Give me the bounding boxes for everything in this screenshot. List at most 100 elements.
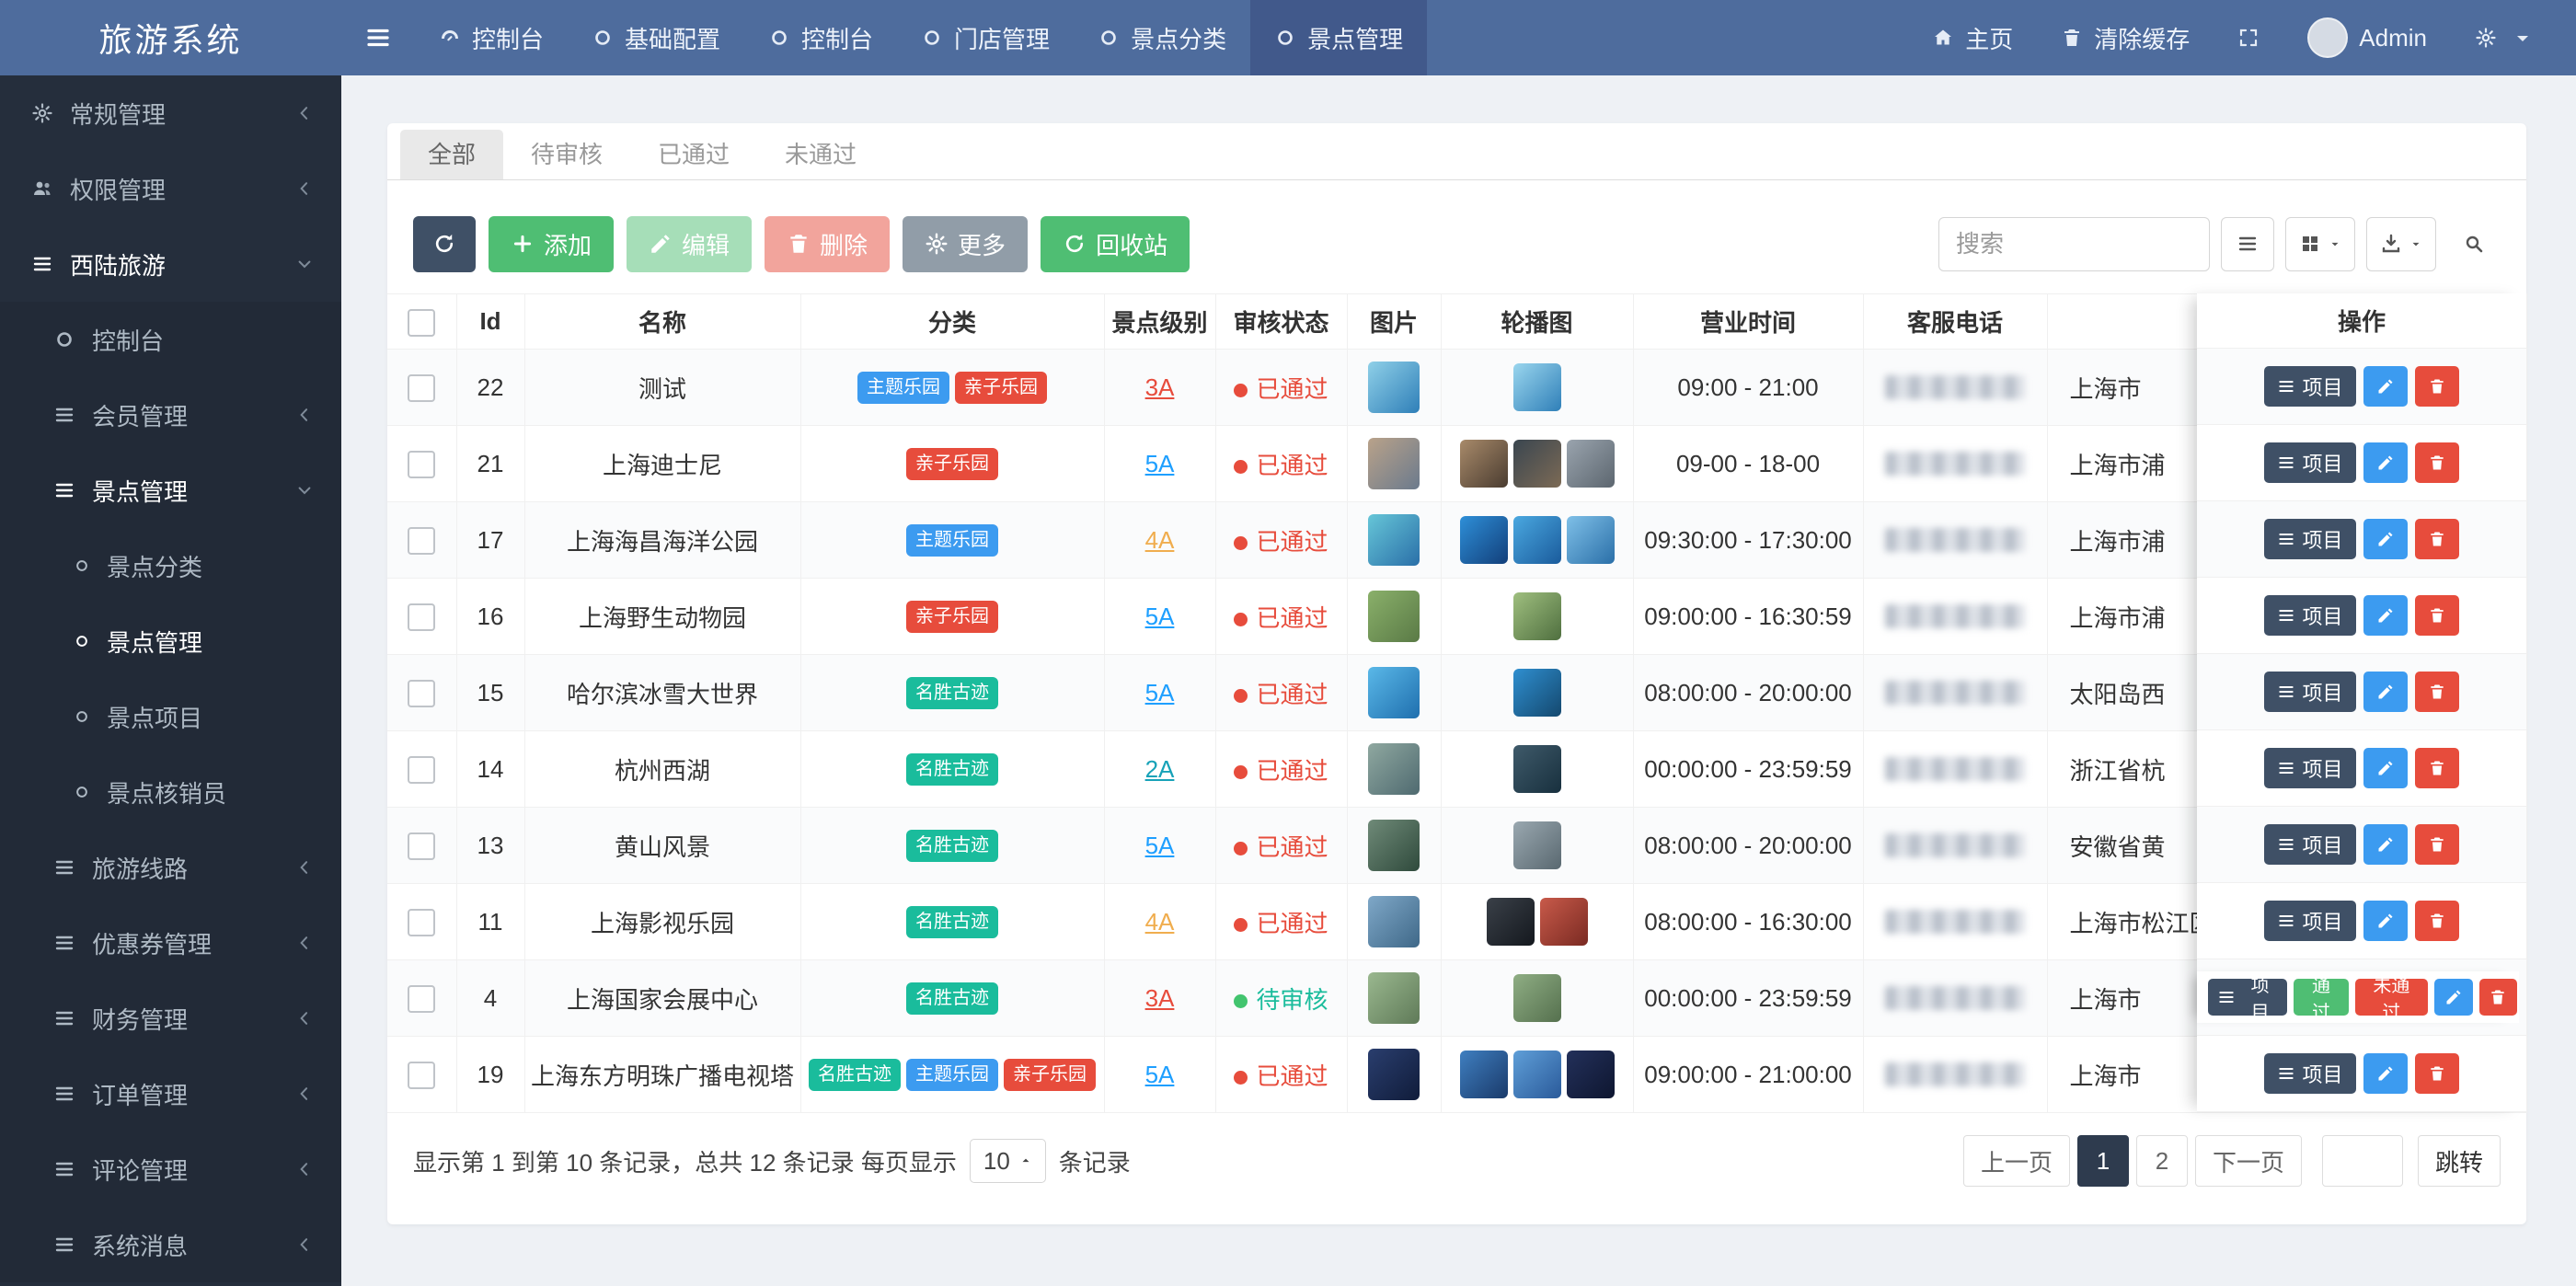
project-button[interactable]: 项目 [2264,366,2355,407]
level-link[interactable]: 3A [1145,373,1175,401]
row-edit-button[interactable] [2363,824,2408,865]
attraction-photo[interactable] [1368,591,1420,642]
sidebar-item[interactable]: 旅游线路 [0,830,341,905]
project-button[interactable]: 项目 [2264,519,2355,559]
level-link[interactable]: 5A [1145,1061,1175,1088]
sidebar-item[interactable]: 系统消息 [0,1207,341,1282]
sidebar-item[interactable]: 财务管理 [0,981,341,1056]
level-link[interactable]: 5A [1145,832,1175,859]
level-link[interactable]: 4A [1145,526,1175,554]
sidebar-item[interactable]: 评论管理 [0,1131,341,1207]
sidebar-toggle-button[interactable] [341,0,415,75]
carousel-photo[interactable] [1460,440,1508,488]
sidebar-item[interactable]: 会员管理 [0,377,341,453]
column-header[interactable]: Id [456,294,524,350]
sidebar-item[interactable]: 景点核销员 [0,754,341,830]
attraction-photo[interactable] [1368,820,1420,871]
project-button[interactable]: 项目 [2264,672,2355,712]
column-header[interactable]: 审核状态 [1215,294,1347,350]
row-checkbox[interactable] [408,603,435,631]
project-button[interactable]: 项目 [2264,824,2355,865]
carousel-photo[interactable] [1513,669,1561,717]
row-checkbox[interactable] [408,374,435,402]
sidebar-item[interactable]: 景点管理 [0,603,341,679]
select-all-checkbox[interactable] [408,309,435,337]
row-checkbox[interactable] [408,909,435,936]
topnav-item[interactable]: 控制台 [744,0,897,75]
column-header[interactable]: 分类 [800,294,1104,350]
jump-page-input[interactable] [2322,1135,2403,1187]
row-delete-button[interactable] [2415,442,2459,483]
level-link[interactable]: 5A [1145,450,1175,477]
row-delete-button[interactable] [2415,595,2459,636]
search-input[interactable] [1938,217,2210,271]
sidebar-item[interactable]: 景点管理 [0,453,341,528]
carousel-photo[interactable] [1460,1051,1508,1098]
row-delete-button[interactable] [2415,519,2459,559]
recycle-bin-button[interactable]: 回收站 [1041,216,1190,272]
carousel-photo[interactable] [1487,898,1535,946]
row-delete-button[interactable] [2415,672,2459,712]
level-link[interactable]: 3A [1145,984,1175,1012]
row-delete-button[interactable] [2415,366,2459,407]
row-checkbox[interactable] [408,1062,435,1089]
reject-button[interactable]: 未通过 [2355,979,2428,1016]
topnav-item[interactable]: 基础配置 [568,0,744,75]
column-header[interactable]: 景点级别 [1104,294,1215,350]
sidebar-item[interactable]: 订单管理 [0,1056,341,1131]
column-header[interactable]: 名称 [524,294,800,350]
refresh-button[interactable] [413,216,476,272]
row-delete-button[interactable] [2415,901,2459,941]
column-header[interactable]: 图片 [1347,294,1441,350]
fullscreen-button[interactable] [2214,0,2283,75]
carousel-photo[interactable] [1513,745,1561,793]
project-button[interactable]: 项目 [2208,979,2287,1016]
export-button[interactable] [2366,217,2436,271]
level-link[interactable]: 5A [1145,679,1175,706]
next-page-button[interactable]: 下一页 [2195,1135,2302,1187]
row-edit-button[interactable] [2363,901,2408,941]
sidebar-item[interactable]: 控制台 [0,302,341,377]
tab-filter[interactable]: 待审核 [503,130,630,179]
attraction-photo[interactable] [1368,743,1420,795]
attraction-photo[interactable] [1368,667,1420,718]
carousel-photo[interactable] [1540,898,1588,946]
attraction-photo[interactable] [1368,438,1420,489]
level-link[interactable]: 2A [1145,755,1175,783]
sidebar-item[interactable]: 景点分类 [0,528,341,603]
row-delete-button[interactable] [2415,1053,2459,1094]
carousel-photo[interactable] [1513,516,1561,564]
approve-button[interactable]: 通过 [2294,979,2349,1016]
row-edit-button[interactable] [2363,595,2408,636]
delete-button[interactable]: 删除 [765,216,890,272]
user-menu[interactable]: Admin [2283,0,2451,75]
column-header[interactable]: 轮播图 [1441,294,1633,350]
level-link[interactable]: 4A [1145,908,1175,936]
attraction-photo[interactable] [1368,972,1420,1024]
jump-button[interactable]: 跳转 [2418,1135,2501,1187]
page-size-select[interactable]: 10 [970,1139,1046,1183]
carousel-photo[interactable] [1567,1051,1615,1098]
project-button[interactable]: 项目 [2264,901,2355,941]
carousel-photo[interactable] [1513,821,1561,869]
project-button[interactable]: 项目 [2264,1053,2355,1094]
row-delete-button[interactable] [2479,979,2518,1016]
edit-button[interactable]: 编辑 [627,216,752,272]
topnav-item[interactable]: 控制台 [415,0,568,75]
prev-page-button[interactable]: 上一页 [1963,1135,2070,1187]
row-edit-button[interactable] [2363,442,2408,483]
attraction-photo[interactable] [1368,1049,1420,1100]
attraction-photo[interactable] [1368,514,1420,566]
project-button[interactable]: 项目 [2264,442,2355,483]
carousel-photo[interactable] [1513,592,1561,640]
carousel-photo[interactable] [1513,974,1561,1022]
level-link[interactable]: 5A [1145,603,1175,630]
tab-filter[interactable]: 全部 [400,130,503,179]
carousel-photo[interactable] [1513,363,1561,411]
row-edit-button[interactable] [2363,519,2408,559]
carousel-photo[interactable] [1567,516,1615,564]
columns-button[interactable] [2285,217,2355,271]
project-button[interactable]: 项目 [2264,595,2355,636]
row-edit-button[interactable] [2363,748,2408,788]
sidebar-item[interactable]: 权限管理 [0,151,341,226]
